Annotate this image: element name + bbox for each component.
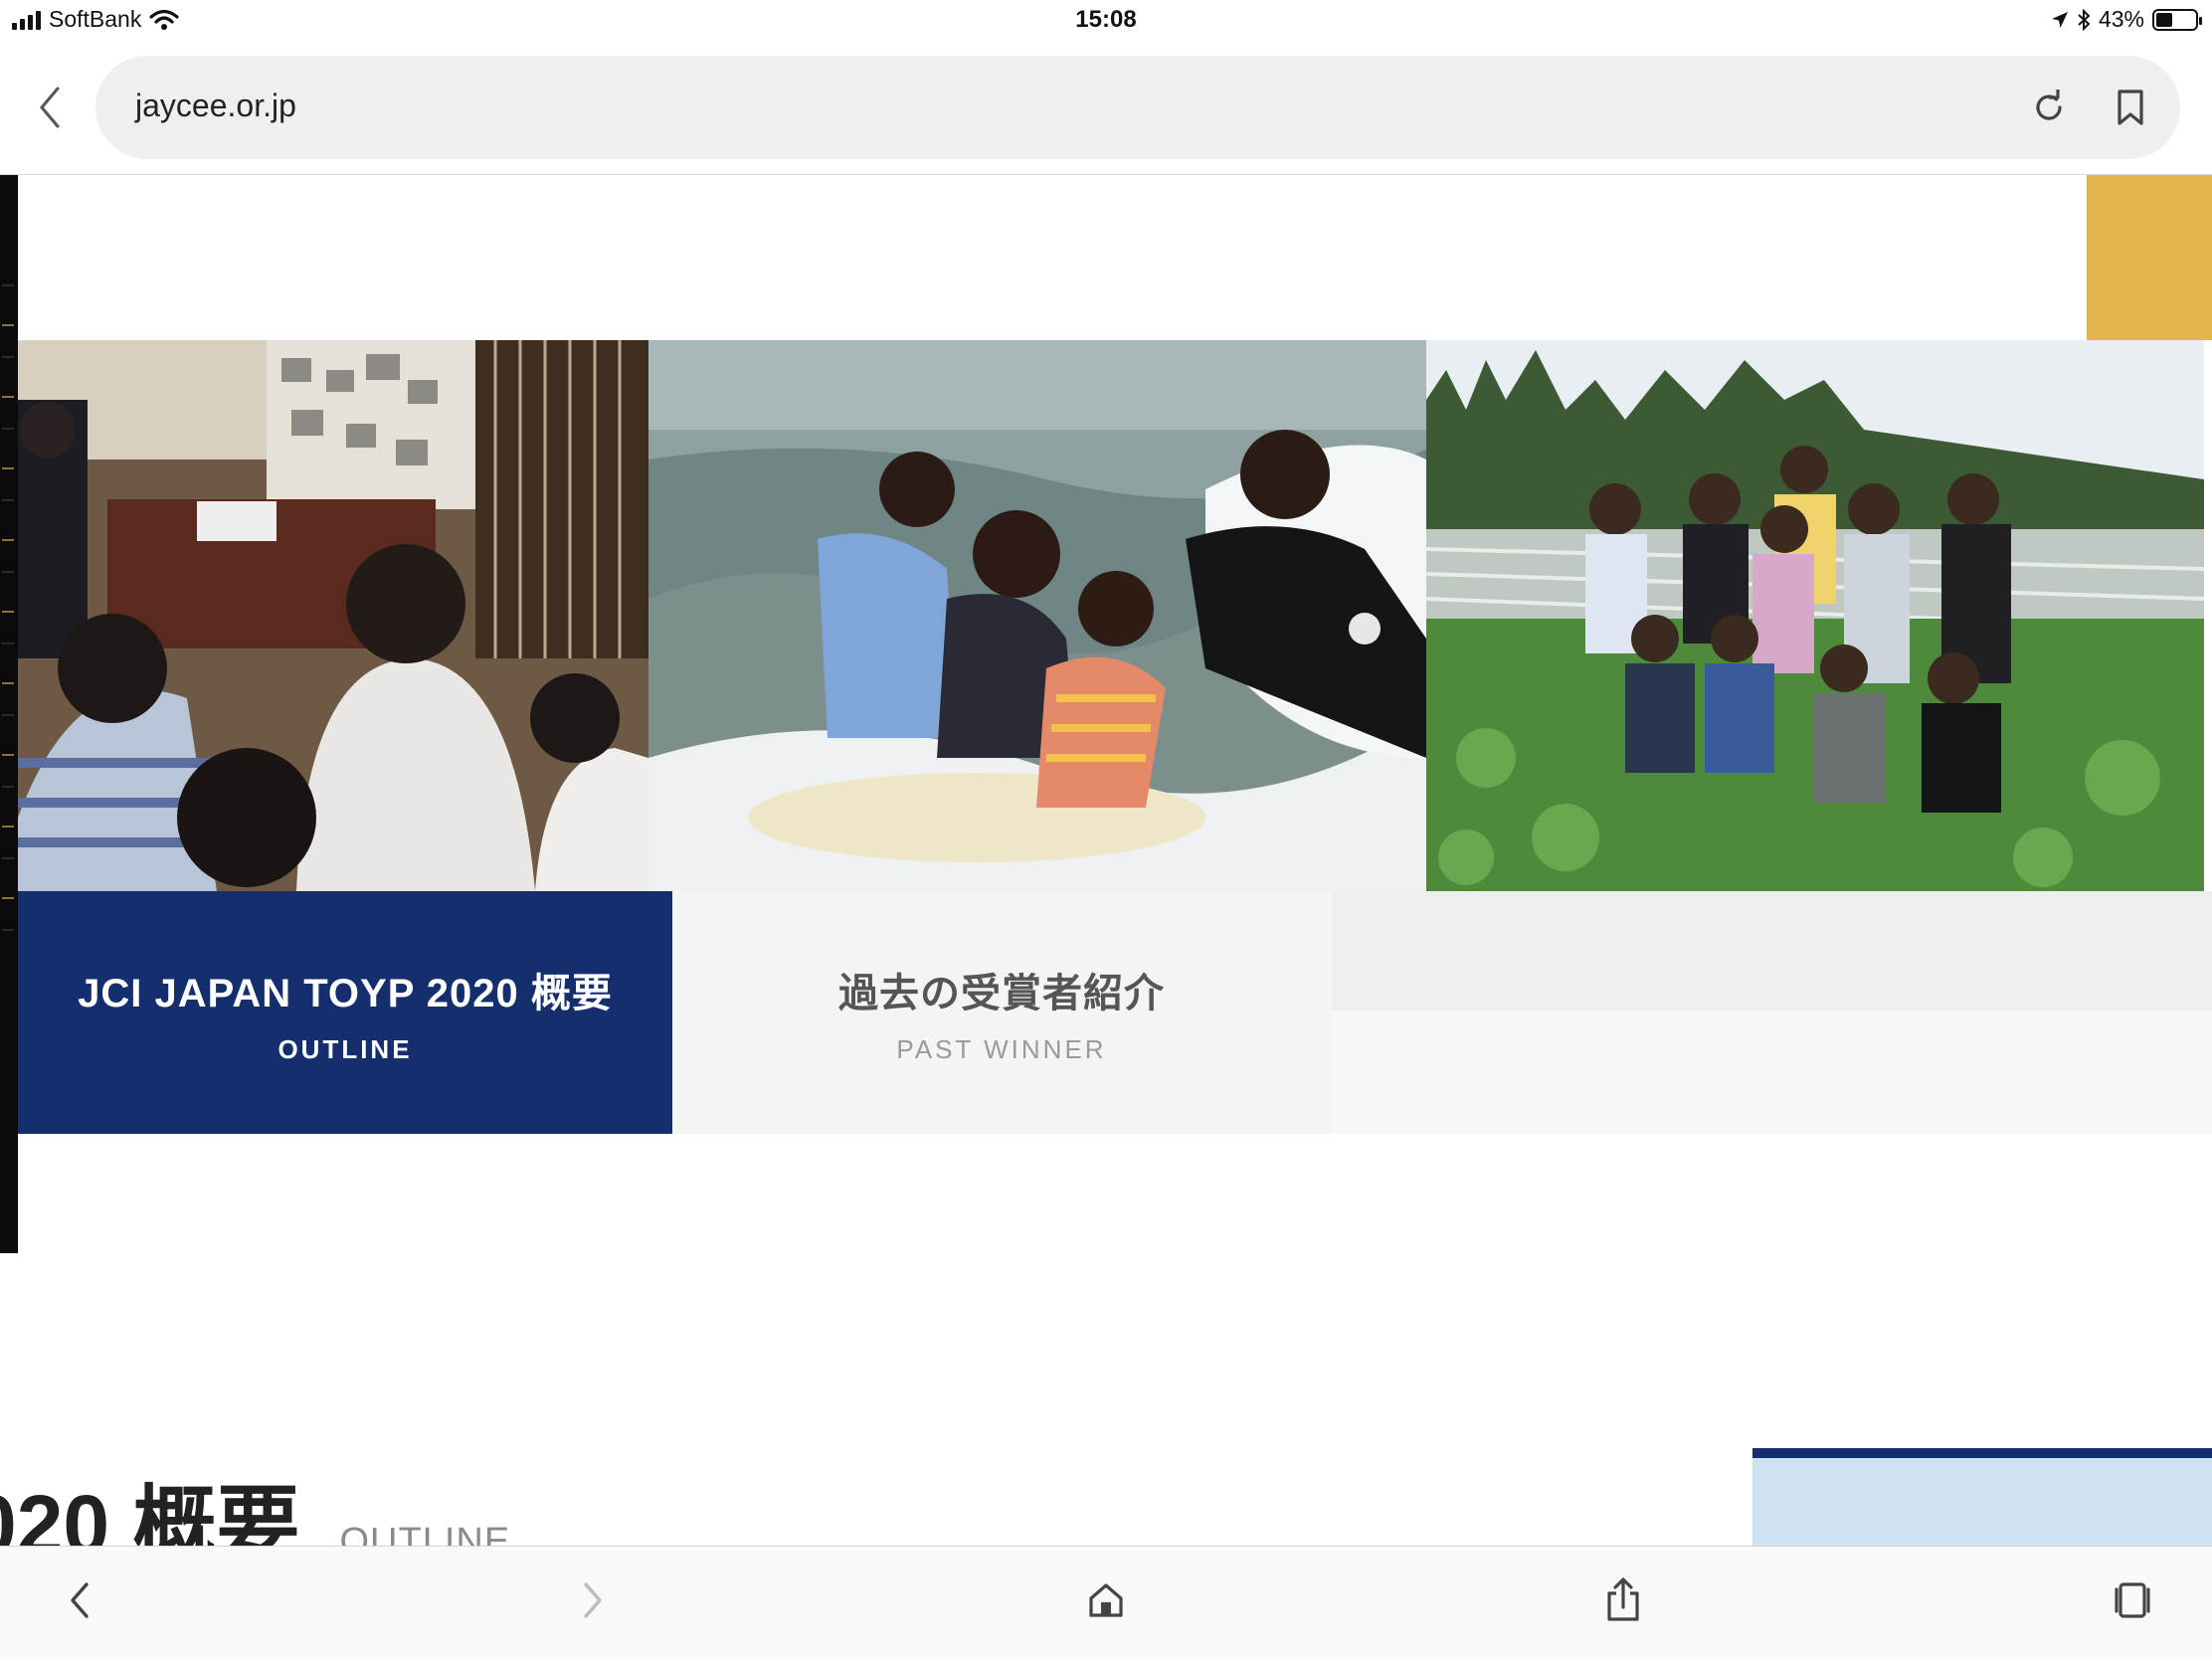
location-arrow-icon <box>2051 11 2068 28</box>
url-text: jaycee.or.jp <box>135 88 296 123</box>
home-icon[interactable] <box>1076 1570 1136 1630</box>
photo-meeting-room <box>18 340 648 891</box>
info-panel <box>1752 1448 2212 1546</box>
browser-toolbar <box>0 1546 2212 1659</box>
past-winner-tile[interactable]: 過去の受賞者紹介 PAST WINNER <box>672 891 1331 1134</box>
address-bar-row: jaycee.or.jp <box>0 40 2212 175</box>
back-chevron-icon[interactable] <box>30 82 70 133</box>
nav-back-icon[interactable] <box>50 1570 109 1630</box>
empty-tile <box>1331 891 2212 1134</box>
past-winner-tile-title: 過去の受賞者紹介 <box>838 971 1165 1015</box>
bookmark-icon[interactable] <box>2107 84 2154 131</box>
bluetooth-icon <box>2078 8 2091 31</box>
section-heading-row: 020 概要 OUTLINE <box>0 1458 510 1546</box>
status-right: 43% <box>2051 6 2202 33</box>
outline-tile[interactable]: JCI JAPAN TOYP 2020 概要 OUTLINE <box>18 891 672 1134</box>
photo-surfing <box>648 340 1426 891</box>
section-subheading: OUTLINE <box>339 1521 511 1546</box>
status-time: 15:08 <box>1075 6 1137 33</box>
tabs-icon[interactable] <box>2103 1570 2162 1630</box>
outline-tile-title: JCI JAPAN TOYP 2020 概要 <box>78 971 613 1015</box>
url-field[interactable]: jaycee.or.jp <box>95 56 2180 159</box>
side-slide-strip <box>0 175 18 1253</box>
gold-accent-block <box>2087 175 2212 340</box>
nav-forward-icon[interactable] <box>563 1570 623 1630</box>
photo-farm-group <box>1426 340 2204 891</box>
reload-icon[interactable] <box>2025 84 2073 131</box>
section-heading: 020 概要 <box>0 1478 300 1546</box>
battery-percent: 43% <box>2098 6 2144 32</box>
battery-icon <box>2152 8 2202 31</box>
status-bar: SoftBank 15:08 43% <box>0 0 2212 40</box>
outline-tile-subtitle: OUTLINE <box>277 1033 413 1064</box>
web-page: JCI JAPAN TOYP 2020 概要 OUTLINE 過去の受賞者紹介 … <box>0 175 2212 1546</box>
share-icon[interactable] <box>1593 1570 1653 1630</box>
past-winner-tile-subtitle: PAST WINNER <box>896 1033 1107 1064</box>
battery-fill <box>2156 12 2173 27</box>
